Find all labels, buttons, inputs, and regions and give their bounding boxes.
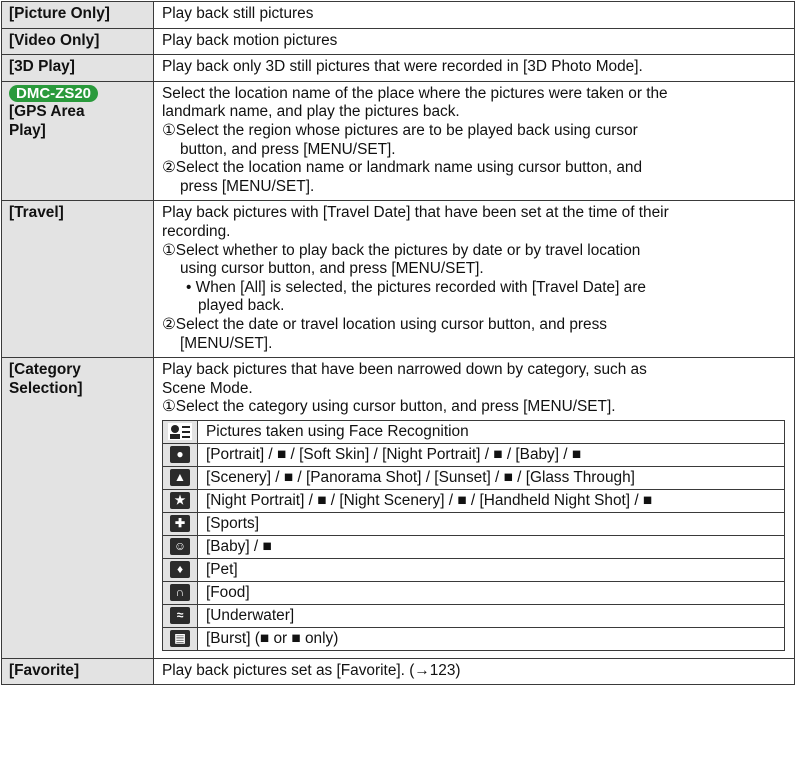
playback-mode-table-page: [Picture Only] Play back still pictures … [0,0,795,764]
category-text: [Burst] (■ or ■ only) [197,626,785,651]
row-description: Select the location name of the place wh… [153,80,795,202]
category-text: [Scenery] / ■ / [Panorama Shot] / [Sunse… [197,465,785,490]
row-label: [Category Selection] [1,357,154,659]
night-portrait-icon: ★ [170,492,190,510]
category-row: ♦ [Pet] [162,557,785,582]
desc-line: landmark name, and play the pictures bac… [162,103,460,121]
category-text: [Portrait] / ■ / [Soft Skin] / [Night Po… [197,442,785,467]
row-description: Play back pictures set as [Favorite]. (→… [153,657,795,686]
category-row: ✚ [Sports] [162,511,785,536]
bullet-line: • When [All] is selected, the pictures r… [186,278,646,296]
sports-icon: ✚ [170,515,190,533]
category-text: Pictures taken using Face Recognition [197,419,785,444]
desc-line: Select the location name of the place wh… [162,84,668,102]
portrait-icon: ● [170,446,190,464]
category-row: ▤ [Burst] (■ or ■ only) [162,626,785,651]
category-text: [Sports] [197,511,785,536]
table-row: [Category Selection] Play back pictures … [1,357,795,659]
food-icon: ∩ [170,584,190,602]
category-text: [Baby] / ■ [197,534,785,559]
category-text: [Underwater] [197,603,785,628]
row-description: Play back motion pictures [153,27,795,56]
category-row: ● [Portrait] / ■ / [Soft Skin] / [Night … [162,442,785,467]
scenery-icon: ▲ [170,469,190,487]
desc-line: recording. [162,222,231,240]
table-row: [Video Only] Play back motion pictures [1,27,795,56]
table-row: DMC-ZS20 [GPS Area Play] Select the loca… [1,80,795,202]
row-description: Play back pictures that have been narrow… [153,357,795,659]
step-line: button, and press [MENU/SET]. [180,140,396,158]
desc-line: Play back pictures that have been narrow… [162,361,647,379]
table-row: [Picture Only] Play back still pictures [1,1,795,29]
category-row: Pictures taken using Face Recognition [162,419,785,444]
step-line: using cursor button, and press [MENU/SET… [180,260,484,278]
table-row: [Favorite] Play back pictures set as [Fa… [1,657,795,686]
step-line: press [MENU/SET]. [180,177,315,195]
row-label: [3D Play] [1,54,154,82]
baby-icon: ☺ [170,538,190,556]
desc-line: Play back pictures with [Travel Date] th… [162,204,669,222]
step-line: ①Select the region whose pictures are to… [162,121,638,139]
row-description: Play back pictures with [Travel Date] th… [153,200,795,359]
row-label: [Travel] [1,200,154,359]
row-description: Play back still pictures [153,1,795,29]
row-label: [Picture Only] [1,1,154,29]
category-table: Pictures taken using Face Recognition ● … [162,419,785,651]
category-text: [Night Portrait] / ■ / [Night Scenery] /… [197,488,785,513]
step-line: ①Select whether to play back the picture… [162,241,641,259]
category-text: [Food] [197,580,785,605]
bullet-line: played back. [198,297,285,315]
face-recognition-icon [168,423,192,441]
category-row: ▲ [Scenery] / ■ / [Panorama Shot] / [Sun… [162,465,785,490]
underwater-icon: ≈ [170,607,190,625]
step-line: [MENU/SET]. [180,334,273,352]
desc-line: Scene Mode. [162,379,253,397]
row-label: DMC-ZS20 [GPS Area Play] [1,80,154,202]
model-badge: DMC-ZS20 [9,84,99,102]
burst-icon: ▤ [170,630,190,648]
category-text: [Pet] [197,557,785,582]
category-row: ≈ [Underwater] [162,603,785,628]
row-label: [Favorite] [1,657,154,686]
row-description: Play back only 3D still pictures that we… [153,54,795,82]
playback-filter-table: [Picture Only] Play back still pictures … [1,1,795,686]
row-label: [Video Only] [1,27,154,56]
step-line: ②Select the location name or landmark na… [162,159,643,177]
step-line: ②Select the date or travel location usin… [162,315,607,333]
category-row: ☺ [Baby] / ■ [162,534,785,559]
pet-icon: ♦ [170,561,190,579]
category-row: ★ [Night Portrait] / ■ / [Night Scenery]… [162,488,785,513]
table-row: [Travel] Play back pictures with [Travel… [1,200,795,359]
step-line: ①Select the category using cursor button… [162,398,616,416]
category-row: ∩ [Food] [162,580,785,605]
table-row: [3D Play] Play back only 3D still pictur… [1,54,795,82]
